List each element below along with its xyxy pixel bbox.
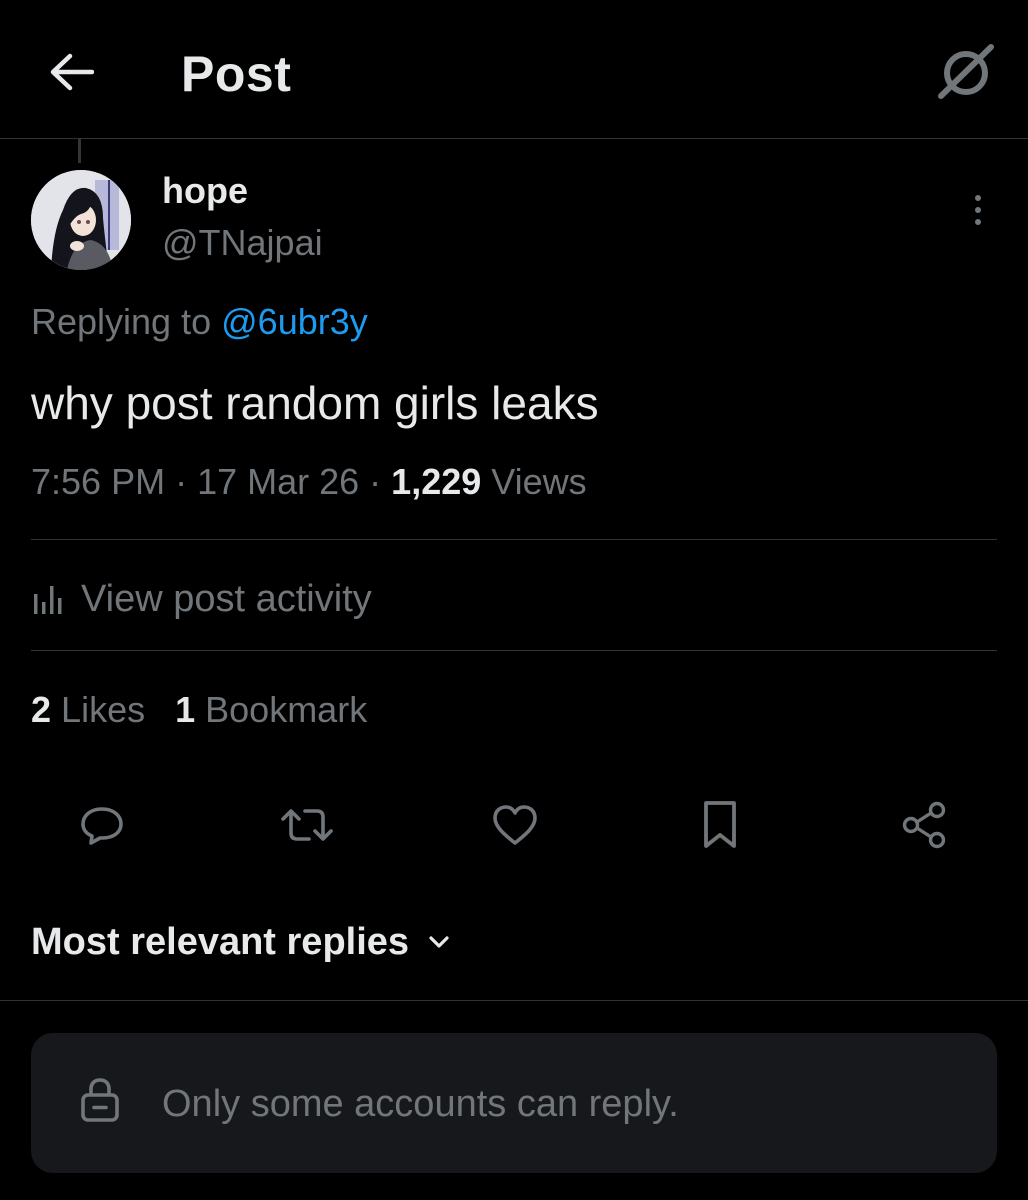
avatar[interactable] [31,170,131,270]
speech-bubble-icon [81,807,123,845]
post-text: why post random girls leaks [31,377,599,429]
section-divider [0,1000,1028,1001]
meta-separator: · [165,461,198,502]
more-dots-icon [975,195,981,201]
grok-icon [938,44,994,99]
back-button[interactable] [44,45,98,99]
replying-to-line: Replying to @6ubr3y [31,300,368,344]
share-button[interactable] [895,795,955,855]
more-options-button[interactable] [958,188,998,232]
grok-button[interactable] [932,40,1000,104]
divider [31,539,997,540]
divider [31,650,997,651]
lock-icon [81,1078,119,1122]
post-metadata: 7:56 PM · 17 Mar 26 · 1,229 Views [31,460,587,504]
view-post-activity-button[interactable]: View post activity [31,575,372,623]
likes-count: 2 [31,689,52,730]
bookmark-icon [704,801,736,848]
like-button[interactable] [485,795,545,855]
likes-stat[interactable]: 2 Likes [31,689,145,730]
views-label: Views [491,461,587,502]
chevron-down-icon [429,936,449,948]
bookmarks-count: 1 [175,689,196,730]
bookmark-button[interactable] [690,795,750,855]
arrow-left-icon [50,53,94,91]
top-bar: Post [0,0,1028,139]
bar-chart-icon [34,586,62,614]
engagement-stats: 2 Likes 1 Bookmark [31,688,397,732]
avatar-image [31,170,131,270]
replying-prefix: Replying to [31,301,212,342]
bookmarks-label: Bookmark [205,689,368,730]
repost-button[interactable] [277,795,337,855]
heart-icon [493,805,537,845]
replies-sort-label: Most relevant replies [31,920,410,963]
view-post-activity-label: View post activity [81,577,372,620]
views-count: 1,229 [391,461,482,502]
reply-button[interactable] [72,795,132,855]
author-display-name[interactable]: hope [162,170,248,212]
reply-restriction-banner: Only some accounts can reply. [31,1033,997,1173]
post-time[interactable]: 7:56 PM [31,461,165,502]
reply-restriction-text: Only some accounts can reply. [162,1083,679,1125]
meta-separator: · [359,461,392,502]
share-icon [902,801,946,849]
likes-label: Likes [61,689,146,730]
author-handle[interactable]: @TNajpai [162,222,323,264]
post-date[interactable]: 17 Mar 26 [197,461,359,502]
replying-to-link[interactable]: @6ubr3y [221,301,368,342]
bookmarks-stat[interactable]: 1 Bookmark [175,689,367,730]
thread-connector-line [78,138,81,163]
repost-arrows-icon [281,809,333,841]
replies-sort-dropdown[interactable]: Most relevant replies [31,918,451,966]
page-title: Post [181,46,292,102]
